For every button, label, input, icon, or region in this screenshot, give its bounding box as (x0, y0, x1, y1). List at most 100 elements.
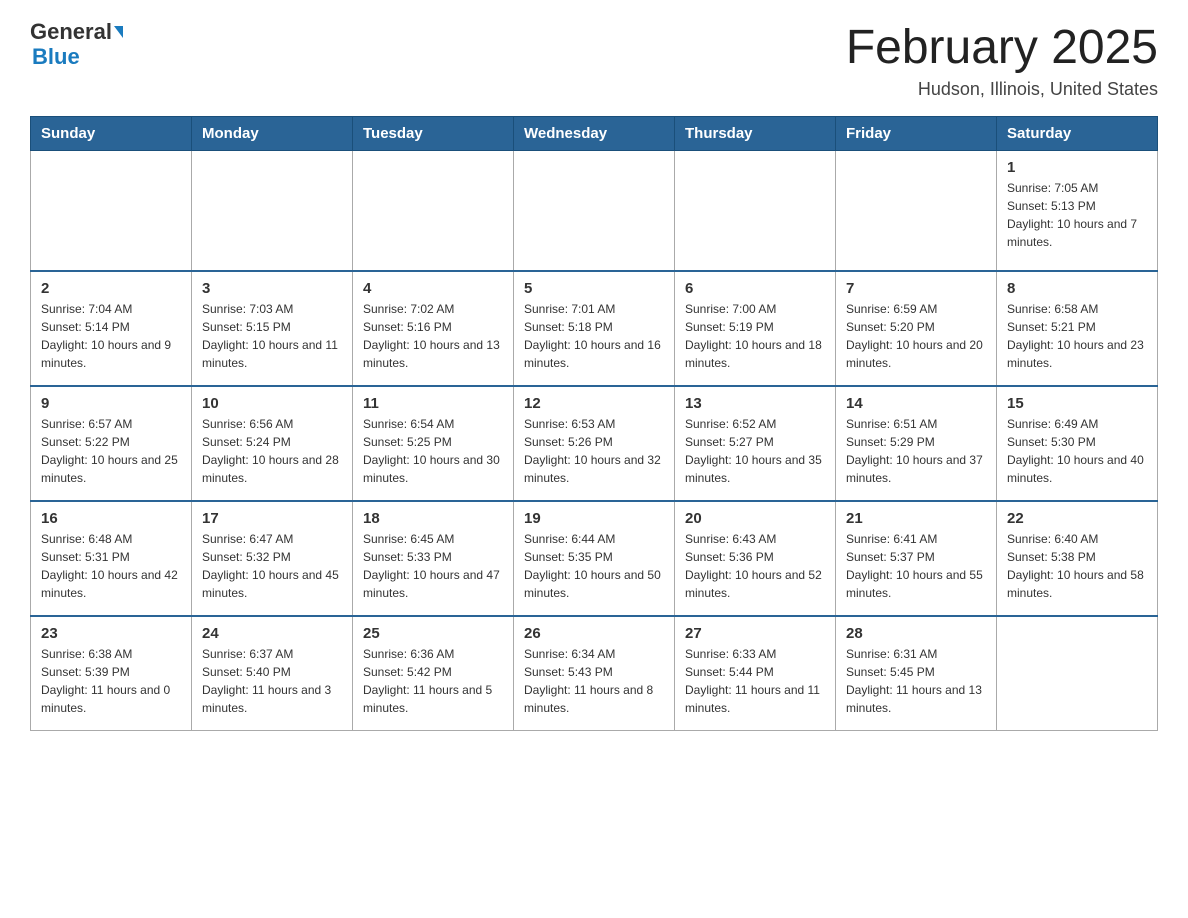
day-number: 8 (1007, 280, 1147, 297)
day-cell: 1 Sunrise: 7:05 AMSunset: 5:13 PMDaylight… (997, 151, 1158, 271)
day-cell: 14 Sunrise: 6:51 AMSunset: 5:29 PMDayligh… (836, 386, 997, 501)
col-wednesday: Wednesday (514, 117, 675, 151)
day-number: 2 (41, 280, 181, 297)
day-cell: 15 Sunrise: 6:49 AMSunset: 5:30 PMDayligh… (997, 386, 1158, 501)
logo-text-general: General (30, 20, 112, 44)
day-number: 13 (685, 395, 825, 412)
day-number: 24 (202, 625, 342, 642)
day-cell: 22Sunrise: 6:40 AMSunset: 5:38 PMDayligh… (997, 501, 1158, 616)
day-info: Sunrise: 7:01 AMSunset: 5:18 PMDaylight:… (524, 300, 664, 372)
day-cell: 10Sunrise: 6:56 AMSunset: 5:24 PMDayligh… (192, 386, 353, 501)
day-number: 9 (41, 395, 181, 412)
logo-text-blue: Blue (32, 44, 80, 70)
day-number: 7 (846, 280, 986, 297)
day-number: 23 (41, 625, 181, 642)
day-number: 14 (846, 395, 986, 412)
day-info: Sunrise: 7:03 AMSunset: 5:15 PMDaylight:… (202, 300, 342, 372)
day-cell: 4Sunrise: 7:02 AMSunset: 5:16 PMDaylight… (353, 271, 514, 386)
day-cell: 3 Sunrise: 7:03 AMSunset: 5:15 PMDaylight… (192, 271, 353, 386)
day-info: Sunrise: 6:40 AMSunset: 5:38 PMDaylight:… (1007, 530, 1147, 602)
day-number: 21 (846, 510, 986, 527)
day-info: Sunrise: 6:51 AMSunset: 5:29 PMDaylight:… (846, 415, 986, 487)
day-info: Sunrise: 6:48 AMSunset: 5:31 PMDaylight:… (41, 530, 181, 602)
day-cell: 2Sunrise: 7:04 AMSunset: 5:14 PMDaylight… (31, 271, 192, 386)
col-tuesday: Tuesday (353, 117, 514, 151)
day-number: 28 (846, 625, 986, 642)
day-info: Sunrise: 6:31 AMSunset: 5:45 PMDaylight:… (846, 645, 986, 717)
day-number: 17 (202, 510, 342, 527)
logo: General Blue (30, 20, 123, 70)
day-number: 3 (202, 280, 342, 297)
day-number: 16 (41, 510, 181, 527)
day-info: Sunrise: 6:36 AMSunset: 5:42 PMDaylight:… (363, 645, 503, 717)
day-cell: 19 Sunrise: 6:44 AMSunset: 5:35 PMDayligh… (514, 501, 675, 616)
day-info: Sunrise: 7:05 AMSunset: 5:13 PMDaylight:… (1007, 179, 1147, 251)
day-info: Sunrise: 6:57 AMSunset: 5:22 PMDaylight:… (41, 415, 181, 487)
col-friday: Friday (836, 117, 997, 151)
day-cell: 21Sunrise: 6:41 AMSunset: 5:37 PMDayligh… (836, 501, 997, 616)
calendar-table: Sunday Monday Tuesday Wednesday Thursday… (30, 116, 1158, 731)
day-info: Sunrise: 6:58 AMSunset: 5:21 PMDaylight:… (1007, 300, 1147, 372)
day-cell: 24Sunrise: 6:37 AMSunset: 5:40 PMDayligh… (192, 616, 353, 731)
col-saturday: Saturday (997, 117, 1158, 151)
day-info: Sunrise: 7:00 AMSunset: 5:19 PMDaylight:… (685, 300, 825, 372)
day-info: Sunrise: 6:49 AMSunset: 5:30 PMDaylight:… (1007, 415, 1147, 487)
day-number: 5 (524, 280, 664, 297)
week-row-3: 9 Sunrise: 6:57 AMSunset: 5:22 PMDaylight… (31, 386, 1158, 501)
week-row-1: 1 Sunrise: 7:05 AMSunset: 5:13 PMDaylight… (31, 151, 1158, 271)
day-cell: 11Sunrise: 6:54 AMSunset: 5:25 PMDayligh… (353, 386, 514, 501)
day-cell (353, 151, 514, 271)
day-number: 15 (1007, 395, 1147, 412)
day-info: Sunrise: 6:43 AMSunset: 5:36 PMDaylight:… (685, 530, 825, 602)
week-row-2: 2Sunrise: 7:04 AMSunset: 5:14 PMDaylight… (31, 271, 1158, 386)
day-cell: 9 Sunrise: 6:57 AMSunset: 5:22 PMDaylight… (31, 386, 192, 501)
day-number: 1 (1007, 159, 1147, 176)
day-cell (675, 151, 836, 271)
day-info: Sunrise: 6:56 AMSunset: 5:24 PMDaylight:… (202, 415, 342, 487)
day-cell (997, 616, 1158, 731)
day-info: Sunrise: 6:52 AMSunset: 5:27 PMDaylight:… (685, 415, 825, 487)
day-cell: 28 Sunrise: 6:31 AMSunset: 5:45 PMDayligh… (836, 616, 997, 731)
day-info: Sunrise: 6:45 AMSunset: 5:33 PMDaylight:… (363, 530, 503, 602)
day-info: Sunrise: 6:47 AMSunset: 5:32 PMDaylight:… (202, 530, 342, 602)
day-cell: 18 Sunrise: 6:45 AMSunset: 5:33 PMDayligh… (353, 501, 514, 616)
week-row-5: 23 Sunrise: 6:38 AMSunset: 5:39 PMDayligh… (31, 616, 1158, 731)
page-header: General Blue February 2025 Hudson, Illin… (30, 20, 1158, 100)
day-cell (192, 151, 353, 271)
day-info: Sunrise: 6:34 AMSunset: 5:43 PMDaylight:… (524, 645, 664, 717)
day-cell: 12 Sunrise: 6:53 AMSunset: 5:26 PMDayligh… (514, 386, 675, 501)
day-cell: 17 Sunrise: 6:47 AMSunset: 5:32 PMDayligh… (192, 501, 353, 616)
day-number: 4 (363, 280, 503, 297)
day-cell: 26 Sunrise: 6:34 AMSunset: 5:43 PMDayligh… (514, 616, 675, 731)
day-cell: 16 Sunrise: 6:48 AMSunset: 5:31 PMDayligh… (31, 501, 192, 616)
day-cell: 7 Sunrise: 6:59 AMSunset: 5:20 PMDaylight… (836, 271, 997, 386)
col-sunday: Sunday (31, 117, 192, 151)
day-cell: 6 Sunrise: 7:00 AMSunset: 5:19 PMDaylight… (675, 271, 836, 386)
col-thursday: Thursday (675, 117, 836, 151)
day-number: 18 (363, 510, 503, 527)
day-info: Sunrise: 6:38 AMSunset: 5:39 PMDaylight:… (41, 645, 181, 717)
logo-arrow-icon (114, 26, 123, 38)
day-cell (31, 151, 192, 271)
day-number: 12 (524, 395, 664, 412)
day-info: Sunrise: 6:59 AMSunset: 5:20 PMDaylight:… (846, 300, 986, 372)
day-number: 26 (524, 625, 664, 642)
day-number: 6 (685, 280, 825, 297)
day-cell: 25 Sunrise: 6:36 AMSunset: 5:42 PMDayligh… (353, 616, 514, 731)
day-cell: 8 Sunrise: 6:58 AMSunset: 5:21 PMDaylight… (997, 271, 1158, 386)
day-cell: 5 Sunrise: 7:01 AMSunset: 5:18 PMDaylight… (514, 271, 675, 386)
day-info: Sunrise: 6:53 AMSunset: 5:26 PMDaylight:… (524, 415, 664, 487)
col-monday: Monday (192, 117, 353, 151)
day-cell: 13 Sunrise: 6:52 AMSunset: 5:27 PMDayligh… (675, 386, 836, 501)
day-cell: 20Sunrise: 6:43 AMSunset: 5:36 PMDayligh… (675, 501, 836, 616)
calendar-title: February 2025 (846, 20, 1158, 75)
day-number: 19 (524, 510, 664, 527)
day-info: Sunrise: 6:44 AMSunset: 5:35 PMDaylight:… (524, 530, 664, 602)
day-cell (836, 151, 997, 271)
day-cell (514, 151, 675, 271)
calendar-header-row: Sunday Monday Tuesday Wednesday Thursday… (31, 117, 1158, 151)
day-cell: 23 Sunrise: 6:38 AMSunset: 5:39 PMDayligh… (31, 616, 192, 731)
day-info: Sunrise: 6:33 AMSunset: 5:44 PMDaylight:… (685, 645, 825, 717)
day-number: 11 (363, 395, 503, 412)
day-number: 25 (363, 625, 503, 642)
